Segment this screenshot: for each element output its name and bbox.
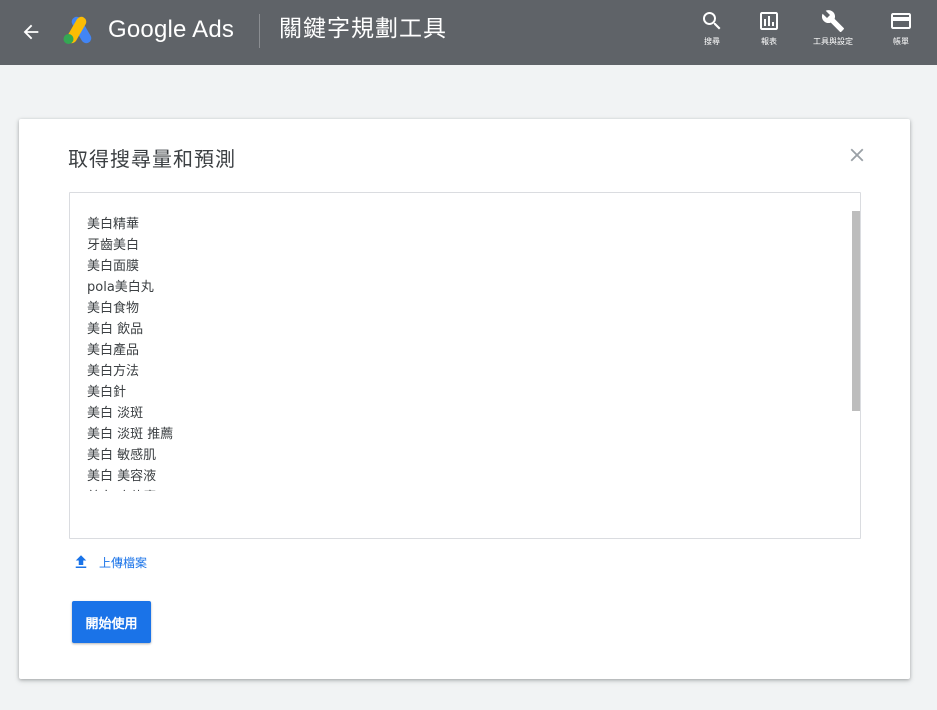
billing-button[interactable]: 帳單: [877, 9, 925, 55]
keyword-line: 美白 淡斑 推薦: [87, 427, 174, 442]
keywords-textarea[interactable]: 美白精華牙齒美白美白面膜 pola美白丸 美白食物美白 飲品美白產品美白方法美白針美…: [69, 192, 861, 539]
top-app-bar: Google Ads 關鍵字規劃工具 搜尋 報表 工具與設定 帳單: [0, 0, 937, 65]
tools-settings-label: 工具與設定: [813, 37, 853, 46]
keyword-line: 美白 淡斑: [87, 406, 144, 421]
arrow-back-icon: [23, 24, 39, 40]
upload-file-link[interactable]: 上傳檔案: [72, 552, 147, 572]
textarea-scrollbar[interactable]: [852, 211, 860, 411]
google-ads-logo-icon: [63, 16, 92, 44]
keyword-line: 美白面膜: [87, 259, 140, 274]
keyword-line: 美白精華: [87, 217, 140, 232]
upload-icon: [75, 555, 87, 568]
page-title: 關鍵字規劃工具: [279, 16, 447, 42]
search-label: 搜尋: [704, 37, 720, 46]
upload-file-label: 上傳檔案: [99, 555, 148, 570]
tools-settings-button[interactable]: 工具與設定: [809, 9, 857, 55]
search-icon: [703, 12, 721, 30]
wrench-icon: [821, 10, 844, 32]
keyword-line: 美白產品: [87, 343, 140, 358]
keyword-list: 美白精華牙齒美白美白面膜 pola美白丸 美白食物美白 飲品美白產品美白方法美白針美…: [87, 214, 827, 491]
reports-icon: [760, 12, 778, 30]
forecast-dialog: 取得搜尋量和預測 美白精華牙齒美白美白面膜 pola美白丸 美白食物美白 飲品美白產…: [19, 119, 910, 679]
keyword-line: 美白 吃什麼: [87, 487, 827, 491]
keyword-line: 美白 美容液: [87, 469, 157, 484]
search-button[interactable]: 搜尋: [688, 9, 736, 55]
back-button[interactable]: [17, 18, 45, 46]
header-divider: [259, 14, 260, 48]
billing-label: 帳單: [893, 37, 909, 46]
reports-button[interactable]: 報表: [745, 9, 793, 55]
keyword-line: 牙齒美白: [87, 238, 140, 253]
close-icon: [850, 148, 864, 162]
close-button[interactable]: [845, 143, 869, 167]
dialog-title: 取得搜尋量和預測: [68, 147, 236, 171]
product-name: Google Ads: [108, 16, 235, 43]
get-started-button[interactable]: 開始使用: [72, 601, 151, 643]
keyword-line: 美白 敏感肌: [87, 448, 157, 463]
keyword-line: 美白食物: [87, 301, 140, 316]
keyword-line: 美白 飲品: [87, 322, 144, 337]
reports-label: 報表: [761, 37, 777, 46]
keyword-line: 美白針: [87, 385, 127, 400]
keyword-line: 美白方法: [87, 364, 140, 379]
keyword-line: pola美白丸: [87, 280, 154, 295]
billing-icon: [891, 13, 911, 29]
